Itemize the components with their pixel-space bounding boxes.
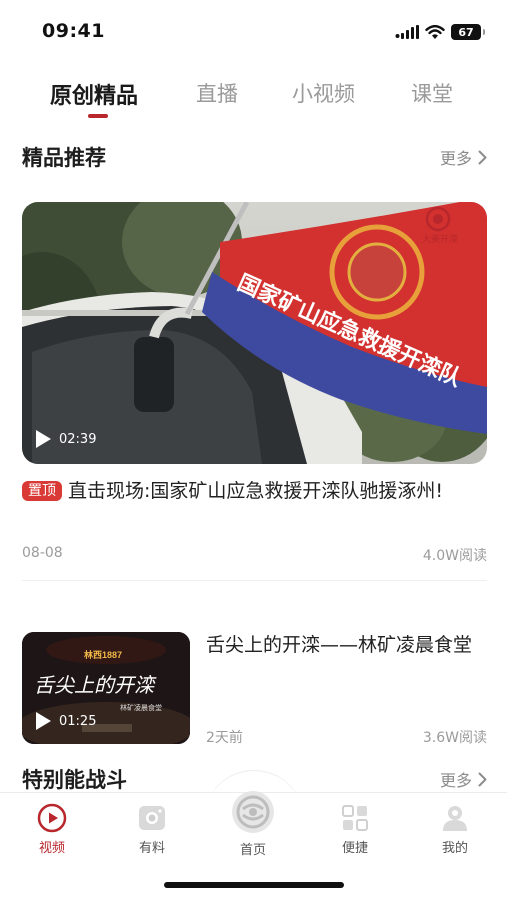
status-icons: 67: [395, 22, 485, 42]
section-title: 特别能战斗: [22, 768, 127, 792]
tab-classroom[interactable]: 课堂: [411, 78, 453, 108]
user-icon: [443, 806, 467, 831]
home-logo-icon: [232, 791, 274, 833]
watermark-text: 大美开滦: [422, 233, 458, 244]
divider: [22, 580, 487, 581]
tab-live[interactable]: 直播: [196, 78, 238, 108]
publish-time: 2天前: [206, 730, 243, 746]
featured-video-title[interactable]: 置顶 直击现场:国家矿山应急救援开滦队驰援涿州!: [22, 478, 487, 505]
signal-icon: [395, 25, 419, 39]
wifi-icon: [425, 24, 445, 39]
publish-date: 08-08: [22, 545, 63, 561]
featured-section-header: 精品推荐 更多: [22, 142, 487, 172]
top-tab-bar: 原创精品 直播 小视频 课堂: [0, 72, 507, 120]
nav-item-featured[interactable]: 有料: [122, 803, 182, 856]
chevron-right-icon: [478, 150, 487, 164]
duration-text: 01:25: [59, 713, 97, 729]
video-play-icon: [37, 803, 67, 833]
featured-video-image: 国家矿山应急救援开滦队 大美开滦: [22, 202, 487, 464]
featured-title-text: 直击现场:国家矿山应急救援开滦队驰援涿州!: [68, 480, 444, 502]
status-time: 09:41: [42, 20, 105, 42]
featured-video-thumbnail[interactable]: 国家矿山应急救援开滦队 大美开滦 02:39: [22, 202, 487, 464]
nav-item-video[interactable]: 视频: [22, 803, 82, 856]
camera-icon: [139, 806, 165, 830]
more-link[interactable]: 更多: [440, 145, 487, 169]
battery-cap: [483, 29, 485, 35]
battery-level: 67: [458, 25, 474, 39]
more-link[interactable]: 更多: [440, 767, 487, 791]
chevron-right-icon: [478, 772, 487, 786]
nav-label: 有料: [138, 841, 165, 856]
read-count: 4.0W阅读: [422, 548, 487, 564]
duration-text: 02:39: [59, 431, 97, 447]
nav-item-convenience[interactable]: 便捷: [325, 803, 385, 856]
tab-original[interactable]: 原创精品: [50, 78, 138, 110]
nav-item-profile[interactable]: 我的: [425, 803, 485, 856]
read-count: 3.6W阅读: [422, 730, 487, 746]
nav-label: 我的: [441, 841, 468, 856]
thumb-script-text: 舌尖上的开滦: [34, 674, 157, 697]
nav-label: 便捷: [341, 841, 368, 856]
thumb-caption-text: 林矿凌晨食堂: [120, 703, 162, 712]
pinned-badge: 置顶: [22, 481, 62, 501]
tab-short-video[interactable]: 小视频: [292, 78, 355, 108]
status-bar: 09:41 67: [0, 0, 507, 58]
tab-indicator: [88, 114, 108, 118]
section-title: 精品推荐: [22, 146, 106, 170]
nav-label: 首页: [239, 843, 266, 858]
more-label: 更多: [439, 149, 472, 168]
nav-item-home[interactable]: 首页: [223, 789, 283, 858]
list-item-thumbnail[interactable]: 林西1887 舌尖上的开滦 林矿凌晨食堂 01:25: [22, 632, 190, 744]
video-duration: 01:25: [36, 712, 96, 730]
video-duration: 02:39: [36, 430, 96, 448]
play-icon: [36, 430, 51, 448]
play-icon: [36, 712, 51, 730]
home-indicator: [164, 882, 344, 888]
grid-apps-icon: [342, 805, 368, 831]
thumb-sign-text: 林西1887: [84, 649, 122, 660]
more-label: 更多: [439, 771, 472, 790]
list-item-title[interactable]: 舌尖上的开滦——林矿凌晨食堂: [206, 629, 487, 661]
battery-icon: 67: [451, 24, 485, 40]
nav-label: 视频: [38, 841, 65, 856]
